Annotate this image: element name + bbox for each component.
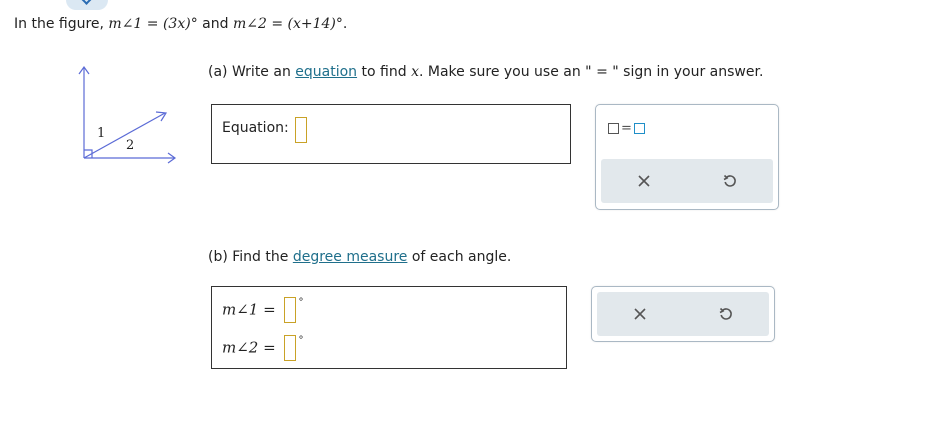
angle-tool-bar bbox=[597, 292, 769, 336]
equation-label: Equation: bbox=[222, 120, 289, 136]
degree-symbol: ° bbox=[298, 297, 304, 308]
clear-button[interactable] bbox=[629, 166, 659, 196]
angle2-input[interactable] bbox=[284, 335, 297, 361]
close-icon bbox=[634, 308, 646, 320]
angle1-input[interactable] bbox=[284, 297, 297, 323]
angle-label-1: 1 bbox=[97, 126, 105, 141]
angle-label-2: 2 bbox=[126, 138, 134, 153]
right-box-icon bbox=[633, 123, 645, 134]
collapse-tab[interactable] bbox=[66, 0, 108, 10]
equation-input[interactable] bbox=[295, 117, 307, 143]
undo-icon bbox=[719, 307, 732, 320]
undo-button[interactable] bbox=[711, 299, 741, 329]
equals-template-button[interactable]: = bbox=[608, 122, 645, 135]
angle2-expression: m∠2 = (x+14)° bbox=[232, 16, 343, 32]
clear-button[interactable] bbox=[625, 299, 655, 329]
problem-statement: In the figure, m∠1 = (3x)° and m∠2 = (x+… bbox=[14, 16, 348, 32]
angle-tool-panel bbox=[591, 286, 775, 342]
angle-figure: 1 2 bbox=[78, 65, 177, 164]
angle2-label: m∠2 = bbox=[222, 338, 276, 357]
equation-answer-box: Equation: bbox=[211, 104, 571, 164]
angle1-expression: m∠1 = (3x)° bbox=[108, 16, 198, 32]
angle2-row: m∠2 = ° bbox=[222, 335, 303, 361]
chevron-down-icon bbox=[80, 0, 93, 5]
close-icon bbox=[638, 175, 650, 187]
undo-button[interactable] bbox=[715, 166, 745, 196]
undo-icon bbox=[723, 174, 736, 187]
part-a-instructions: (a) Write an equation to find x. Make su… bbox=[208, 64, 764, 80]
angle1-row: m∠1 = ° bbox=[222, 297, 303, 323]
angle-answer-box: m∠1 = ° m∠2 = ° bbox=[211, 286, 567, 369]
equation-link[interactable]: equation bbox=[295, 64, 357, 80]
equation-tool-bar bbox=[601, 159, 773, 203]
degree-symbol: ° bbox=[298, 335, 304, 346]
part-b-instructions: (b) Find the degree measure of each angl… bbox=[208, 249, 512, 265]
degree-measure-link[interactable]: degree measure bbox=[293, 249, 408, 265]
angle1-label: m∠1 = bbox=[222, 300, 276, 319]
equation-tool-panel: = bbox=[595, 104, 779, 210]
left-box-icon bbox=[608, 123, 619, 134]
